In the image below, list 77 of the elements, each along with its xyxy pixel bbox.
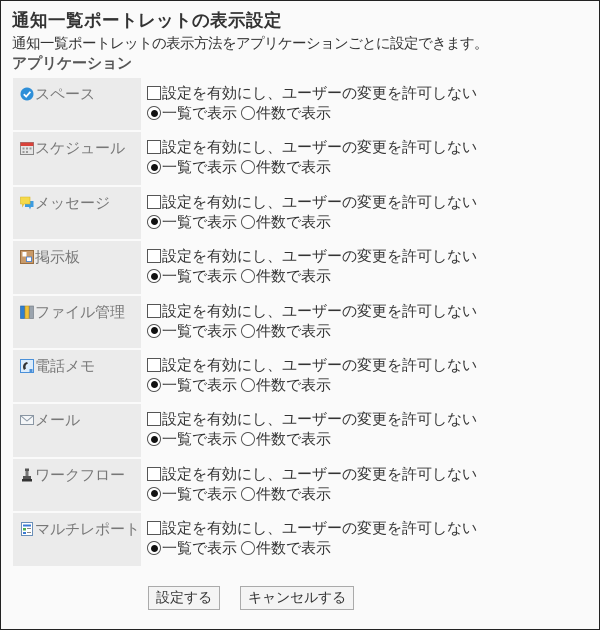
app-name: ファイル管理 (35, 302, 125, 322)
envelope-icon (20, 413, 34, 428)
checkbox[interactable] (147, 194, 161, 209)
binders-icon (20, 304, 34, 319)
checkbox-label: 設定を有効にし、ユーザーの変更を許可しない (162, 354, 477, 375)
checkbox-label: 設定を有効にし、ユーザーの変更を許可しない (162, 192, 477, 212)
app-name: メッセージ (35, 192, 110, 213)
save-button[interactable]: 設定する (148, 586, 220, 610)
radio-button[interactable] (241, 269, 255, 284)
radio-button[interactable] (241, 160, 255, 174)
app-name: ワークフロー (35, 464, 125, 485)
checkbox-label: 設定を有効にし、ユーザーの変更を許可しない (162, 137, 477, 158)
radio-label: 件数で表示 (256, 484, 331, 504)
radio-label: 一覧で表示 (162, 484, 237, 504)
section-label: アプリケーション (12, 54, 133, 72)
checkbox-label: 設定を有効にし、ユーザーの変更を許可しない (162, 409, 477, 430)
checkbox-label: 設定を有効にし、ユーザーの変更を許可しない (162, 83, 477, 103)
radio-label: 一覧で表示 (162, 266, 237, 286)
radio-label: 一覧で表示 (162, 103, 237, 123)
checkbox-label: 設定を有効にし、ユーザーの変更を許可しない (162, 300, 477, 321)
radio-label: 件数で表示 (256, 374, 331, 395)
radio-label: 一覧で表示 (162, 429, 237, 450)
radio-button[interactable] (147, 432, 161, 446)
app-name: 掲示板 (35, 247, 80, 268)
radio-button[interactable] (147, 160, 161, 174)
radio-button[interactable] (147, 541, 161, 556)
radio-button[interactable] (241, 324, 255, 338)
radio-button[interactable] (147, 486, 161, 501)
checkbox[interactable] (147, 358, 161, 372)
radio-button[interactable] (241, 432, 255, 446)
checkbox-label: 設定を有効にし、ユーザーの変更を許可しない (162, 518, 477, 538)
cancel-button[interactable]: キャンセルする (240, 586, 354, 610)
radio-button[interactable] (241, 541, 255, 556)
radio-label: 件数で表示 (256, 157, 331, 178)
check-circle-icon (20, 87, 34, 101)
radio-label: 件数で表示 (256, 212, 331, 232)
checkbox[interactable] (147, 86, 161, 100)
checkbox-label: 設定を有効にし、ユーザーの変更を許可しない (162, 464, 477, 484)
checkbox[interactable] (147, 140, 161, 154)
radio-label: 一覧で表示 (162, 538, 237, 558)
checkbox[interactable] (147, 304, 161, 318)
app-name: マルチレポート (35, 519, 140, 540)
checkbox[interactable] (147, 521, 161, 536)
calendar-icon (20, 141, 34, 156)
radio-label: 件数で表示 (256, 538, 331, 558)
stamp-icon (20, 468, 34, 482)
checkbox[interactable] (147, 249, 161, 264)
checkbox-label: 設定を有効にし、ユーザーの変更を許可しない (162, 246, 477, 266)
radio-button[interactable] (241, 378, 255, 392)
checkbox[interactable] (147, 412, 161, 426)
corkboard-icon (20, 250, 34, 264)
app-name: スペース (35, 84, 95, 104)
radio-label: 一覧で表示 (162, 320, 237, 341)
radio-button[interactable] (241, 106, 255, 120)
radio-button[interactable] (241, 214, 255, 229)
app-name: 電話メモ (35, 356, 95, 376)
radio-label: 件数で表示 (256, 103, 331, 123)
radio-button[interactable] (147, 378, 161, 392)
radio-label: 一覧で表示 (162, 212, 237, 232)
radio-button[interactable] (241, 486, 255, 501)
document-icon (20, 522, 34, 536)
radio-button[interactable] (147, 106, 161, 120)
checkbox[interactable] (147, 466, 161, 481)
radio-label: 件数で表示 (256, 320, 331, 341)
radio-label: 一覧で表示 (162, 157, 237, 178)
radio-button[interactable] (147, 324, 161, 338)
radio-button[interactable] (147, 214, 161, 229)
radio-label: 件数で表示 (256, 266, 331, 286)
speech-bubbles-icon (20, 196, 34, 210)
page-title: 通知一覧ポートレットの表示設定 (12, 10, 283, 32)
radio-button[interactable] (147, 269, 161, 284)
radio-label: 一覧で表示 (162, 374, 237, 395)
app-name: メール (35, 410, 80, 430)
radio-label: 件数で表示 (256, 429, 331, 450)
page-description: 通知一覧ポートレットの表示方法をアプリケーションごとに設定できます。 (12, 34, 489, 54)
phone-icon (20, 358, 34, 373)
app-name: スケジュール (35, 138, 125, 158)
